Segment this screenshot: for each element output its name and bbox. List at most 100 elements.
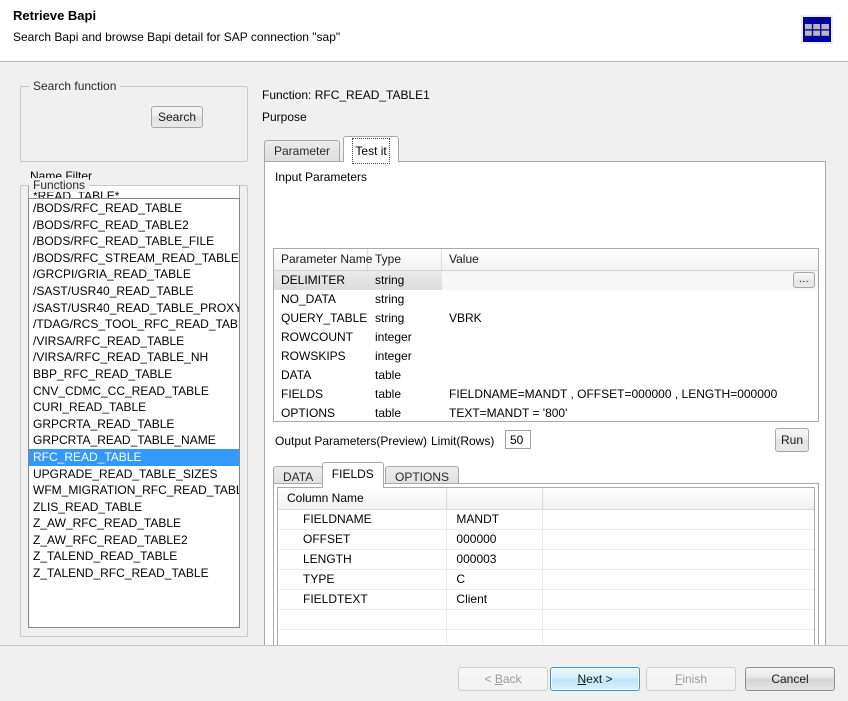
list-item[interactable]: GRPCRTA_READ_TABLE_NAME — [29, 432, 239, 449]
cell-type: table — [368, 385, 442, 404]
cell-value[interactable] — [442, 271, 818, 290]
cancel-button[interactable]: Cancel — [745, 667, 835, 691]
table-row[interactable]: LENGTH000003 — [278, 550, 814, 570]
finish-button[interactable]: Finish — [646, 667, 736, 691]
column-header-type: Type — [368, 249, 442, 270]
test-it-tab-panel: Input Parameters Parameter Name Type Val… — [264, 161, 826, 658]
list-item[interactable]: WFM_MIGRATION_RFC_READ_TABLE — [29, 482, 239, 499]
search-button[interactable]: Search — [151, 106, 203, 128]
list-item[interactable]: /TDAG/RCS_TOOL_RFC_READ_TABLE — [29, 316, 239, 333]
cell-type: table — [368, 366, 442, 385]
cell-column-name: FIELDNAME — [278, 510, 447, 529]
cell-value[interactable]: FIELDNAME=MANDT , OFFSET=000000 , LENGTH… — [442, 385, 818, 404]
list-item[interactable]: /SAST/USR40_READ_TABLE — [29, 283, 239, 300]
list-item[interactable]: /BODS/RFC_READ_TABLE2 — [29, 217, 239, 234]
cell-value[interactable]: TEXT=MANDT = '800' — [442, 404, 818, 422]
value-browse-button[interactable]: ... — [793, 272, 815, 288]
output-parameters-label: Output Parameters(Preview) — [275, 434, 427, 448]
cell-value[interactable] — [442, 290, 818, 309]
cell-value — [447, 610, 543, 629]
cell-extra — [543, 530, 814, 549]
search-function-group: Search function — [20, 86, 248, 162]
list-item[interactable]: Z_TALEND_RFC_READ_TABLE — [29, 565, 239, 582]
input-parameters-table[interactable]: Parameter Name Type Value DELIMITERstrin… — [273, 248, 819, 422]
cell-value[interactable] — [442, 347, 818, 366]
list-item[interactable]: /BODS/RFC_STREAM_READ_TABLE — [29, 250, 239, 267]
list-item[interactable]: BBP_RFC_READ_TABLE — [29, 366, 239, 383]
input-parameters-label: Input Parameters — [275, 170, 367, 184]
cell-parameter-name: ROWSKIPS — [274, 347, 368, 366]
table-row[interactable]: FIELDNAMEMANDT — [278, 510, 814, 530]
cell-column-name: FIELDTEXT — [278, 590, 447, 609]
list-item[interactable]: RFC_READ_TABLE — [29, 449, 239, 466]
cell-extra — [543, 590, 814, 609]
tab-parameter[interactable]: Parameter — [264, 140, 340, 162]
list-item[interactable]: /BODS/RFC_READ_TABLE — [29, 200, 239, 217]
input-parameters-header: Parameter Name Type Value — [274, 249, 818, 271]
cell-value: C — [447, 570, 543, 589]
list-item[interactable]: /GRCPI/GRIA_READ_TABLE — [29, 266, 239, 283]
list-item[interactable]: UPGRADE_READ_TABLE_SIZES — [29, 466, 239, 483]
list-item[interactable]: Z_TALEND_READ_TABLE — [29, 548, 239, 565]
column-header-value: Value — [442, 249, 818, 270]
table-row[interactable]: QUERY_TABLEstringVBRK — [274, 309, 818, 328]
tab-test-it[interactable]: Test it — [343, 136, 398, 162]
list-item[interactable]: /BODS/RFC_READ_TABLE_FILE — [29, 233, 239, 250]
list-item[interactable]: GRPCRTA_READ_TABLE — [29, 416, 239, 433]
cell-parameter-name: DATA — [274, 366, 368, 385]
list-item[interactable]: CURI_READ_TABLE — [29, 399, 239, 416]
limit-rows-label: Limit(Rows) — [431, 434, 494, 448]
cell-value[interactable] — [442, 366, 818, 385]
list-item[interactable]: /VIRSA/RFC_READ_TABLE — [29, 333, 239, 350]
table-row[interactable]: FIELDStableFIELDNAME=MANDT , OFFSET=0000… — [274, 385, 818, 404]
output-fields-grid[interactable]: Column Name FIELDNAMEMANDTOFFSET000000LE… — [277, 487, 815, 647]
cell-extra — [543, 510, 814, 529]
cell-type: string — [368, 290, 442, 309]
wizard-footer: < Back Next > Finish Cancel — [0, 645, 848, 701]
fields-tab-panel: Column Name FIELDNAMEMANDTOFFSET000000LE… — [273, 483, 819, 651]
cell-parameter-name: NO_DATA — [274, 290, 368, 309]
table-row[interactable]: ROWCOUNTinteger — [274, 328, 818, 347]
list-item[interactable]: Z_AW_RFC_READ_TABLE2 — [29, 532, 239, 549]
functions-list[interactable]: /BODS/RFC_READ_TABLE/BODS/RFC_READ_TABLE… — [28, 198, 240, 628]
cell-extra — [543, 570, 814, 589]
table-row[interactable]: DATAtable — [274, 366, 818, 385]
cell-value[interactable]: VBRK — [442, 309, 818, 328]
cell-extra — [543, 550, 814, 569]
table-row[interactable]: OFFSET000000 — [278, 530, 814, 550]
list-item[interactable]: /SAST/USR40_READ_TABLE_PROXY — [29, 300, 239, 317]
table-row[interactable]: ROWSKIPSinteger — [274, 347, 818, 366]
cell-type: string — [368, 309, 442, 328]
cell-value: Client — [447, 590, 543, 609]
cell-value: 000000 — [447, 530, 543, 549]
run-button[interactable]: Run — [775, 428, 809, 452]
table-grid-icon — [800, 13, 834, 47]
table-row[interactable]: DELIMITERstring... — [274, 271, 818, 290]
table-row[interactable]: OPTIONStableTEXT=MANDT = '800' — [274, 404, 818, 422]
list-item[interactable]: /VIRSA/RFC_READ_TABLE_NH — [29, 349, 239, 366]
function-name-label: Function: RFC_READ_TABLE1 — [262, 88, 430, 102]
limit-rows-input[interactable] — [505, 430, 531, 449]
list-item[interactable]: Z_AW_RFC_READ_TABLE — [29, 515, 239, 532]
cell-value: MANDT — [447, 510, 543, 529]
list-item[interactable]: ZLIS_READ_TABLE — [29, 499, 239, 516]
column-header-parameter-name: Parameter Name — [274, 249, 368, 270]
table-row[interactable]: TYPEC — [278, 570, 814, 590]
back-button[interactable]: < Back — [458, 667, 548, 691]
functions-legend: Functions — [29, 178, 89, 192]
cell-extra — [543, 610, 814, 629]
cell-column-name: TYPE — [278, 570, 447, 589]
list-item[interactable]: CNV_CDMC_CC_READ_TABLE — [29, 383, 239, 400]
cell-value[interactable] — [442, 328, 818, 347]
cell-type: integer — [368, 328, 442, 347]
table-row[interactable]: NO_DATAstring — [274, 290, 818, 309]
table-row[interactable]: FIELDTEXTClient — [278, 590, 814, 610]
cell-column-name: LENGTH — [278, 550, 447, 569]
page-subtitle: Search Bapi and browse Bapi detail for S… — [13, 30, 340, 44]
cell-parameter-name: FIELDS — [274, 385, 368, 404]
cell-column-name: OFFSET — [278, 530, 447, 549]
tab-fields[interactable]: FIELDS — [322, 462, 384, 488]
cell-type: string — [368, 271, 442, 290]
table-row[interactable] — [278, 610, 814, 630]
next-button[interactable]: Next > — [550, 667, 640, 691]
